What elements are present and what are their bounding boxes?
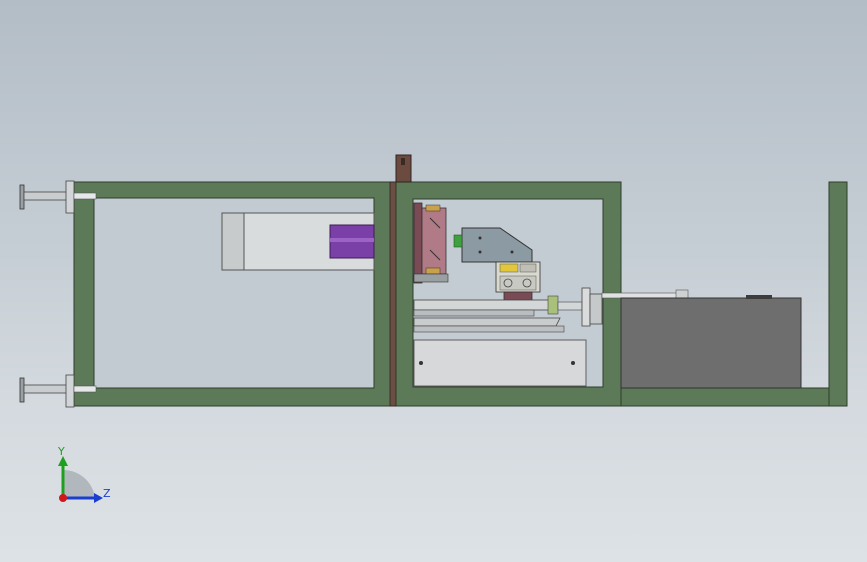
orientation-triad: Y Z bbox=[57, 445, 111, 503]
cad-viewport[interactable]: Y Z bbox=[0, 0, 867, 562]
left-actuator bbox=[221, 212, 375, 271]
right-cylinder-block bbox=[620, 295, 802, 389]
z-axis-arrowhead bbox=[94, 493, 103, 503]
triad-plane bbox=[63, 469, 95, 498]
clamp-assembly bbox=[413, 202, 449, 284]
base-plate bbox=[413, 317, 587, 387]
y-axis-label: Y bbox=[57, 445, 65, 458]
z-axis-label: Z bbox=[103, 487, 111, 500]
x-axis-dot bbox=[59, 494, 67, 502]
assembly-drawing: Y Z bbox=[19, 154, 848, 503]
